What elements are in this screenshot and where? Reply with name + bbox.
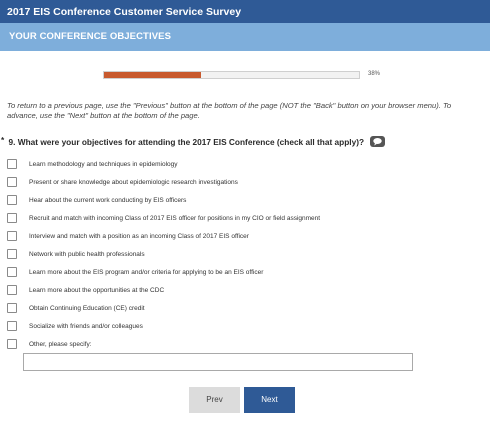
option-label: Other, please specify: — [29, 340, 92, 348]
option-checkbox[interactable] — [7, 213, 17, 223]
option-label: Hear about the current work conducting b… — [29, 196, 187, 204]
progress-bar — [103, 71, 360, 79]
option-checkbox[interactable] — [7, 231, 17, 241]
option-item[interactable]: Learn methodology and techniques in epid… — [7, 155, 477, 173]
option-item[interactable]: Network with public health professionals — [7, 245, 477, 263]
option-checkbox[interactable] — [7, 339, 17, 349]
option-item[interactable]: Hear about the current work conducting b… — [7, 191, 477, 209]
question-text: 9. What were your objectives for attendi… — [8, 137, 365, 147]
option-label: Learn more about the opportunities at th… — [29, 286, 165, 294]
option-item[interactable]: Interview and match with a position as a… — [7, 227, 477, 245]
option-label: Obtain Continuing Education (CE) credit — [29, 304, 145, 312]
option-item-other[interactable]: Other, please specify: — [7, 335, 477, 353]
page-title: YOUR CONFERENCE OBJECTIVES — [0, 23, 490, 51]
option-checkbox[interactable] — [7, 195, 17, 205]
option-item[interactable]: Learn more about the opportunities at th… — [7, 281, 477, 299]
survey-title: 2017 EIS Conference Customer Service Sur… — [0, 0, 490, 23]
prev-button[interactable]: Prev — [189, 387, 240, 413]
option-checkbox[interactable] — [7, 285, 17, 295]
progress-bar-fill — [104, 72, 201, 78]
other-specify-input[interactable] — [23, 353, 413, 371]
option-checkbox[interactable] — [7, 303, 17, 313]
required-marker: * — [1, 135, 5, 145]
option-checkbox[interactable] — [7, 159, 17, 169]
option-item[interactable]: Socialize with friends and/or colleagues — [7, 317, 477, 335]
question-heading: * 9. What were your objectives for atten… — [1, 135, 481, 148]
option-checkbox[interactable] — [7, 267, 17, 277]
option-item[interactable]: Obtain Continuing Education (CE) credit — [7, 299, 477, 317]
progress-label: 38% — [368, 71, 381, 77]
option-label: Interview and match with a position as a… — [29, 232, 249, 240]
option-item[interactable]: Recruit and match with incoming Class of… — [7, 209, 477, 227]
option-label: Learn more about the EIS program and/or … — [29, 268, 264, 276]
option-label: Present or share knowledge about epidemi… — [29, 178, 238, 186]
option-checkbox[interactable] — [7, 177, 17, 187]
option-label: Socialize with friends and/or colleagues — [29, 322, 143, 330]
option-label: Recruit and match with incoming Class of… — [29, 214, 321, 222]
option-list: Learn methodology and techniques in epid… — [7, 155, 477, 353]
option-item[interactable]: Present or share knowledge about epidemi… — [7, 173, 477, 191]
option-checkbox[interactable] — [7, 321, 17, 331]
comment-icon[interactable] — [370, 136, 386, 148]
next-button[interactable]: Next — [244, 387, 295, 413]
navigation-instructions: To return to a previous page, use the "P… — [7, 101, 452, 120]
option-label: Network with public health professionals — [29, 250, 145, 258]
option-item[interactable]: Learn more about the EIS program and/or … — [7, 263, 477, 281]
option-checkbox[interactable] — [7, 249, 17, 259]
option-label: Learn methodology and techniques in epid… — [29, 160, 178, 168]
